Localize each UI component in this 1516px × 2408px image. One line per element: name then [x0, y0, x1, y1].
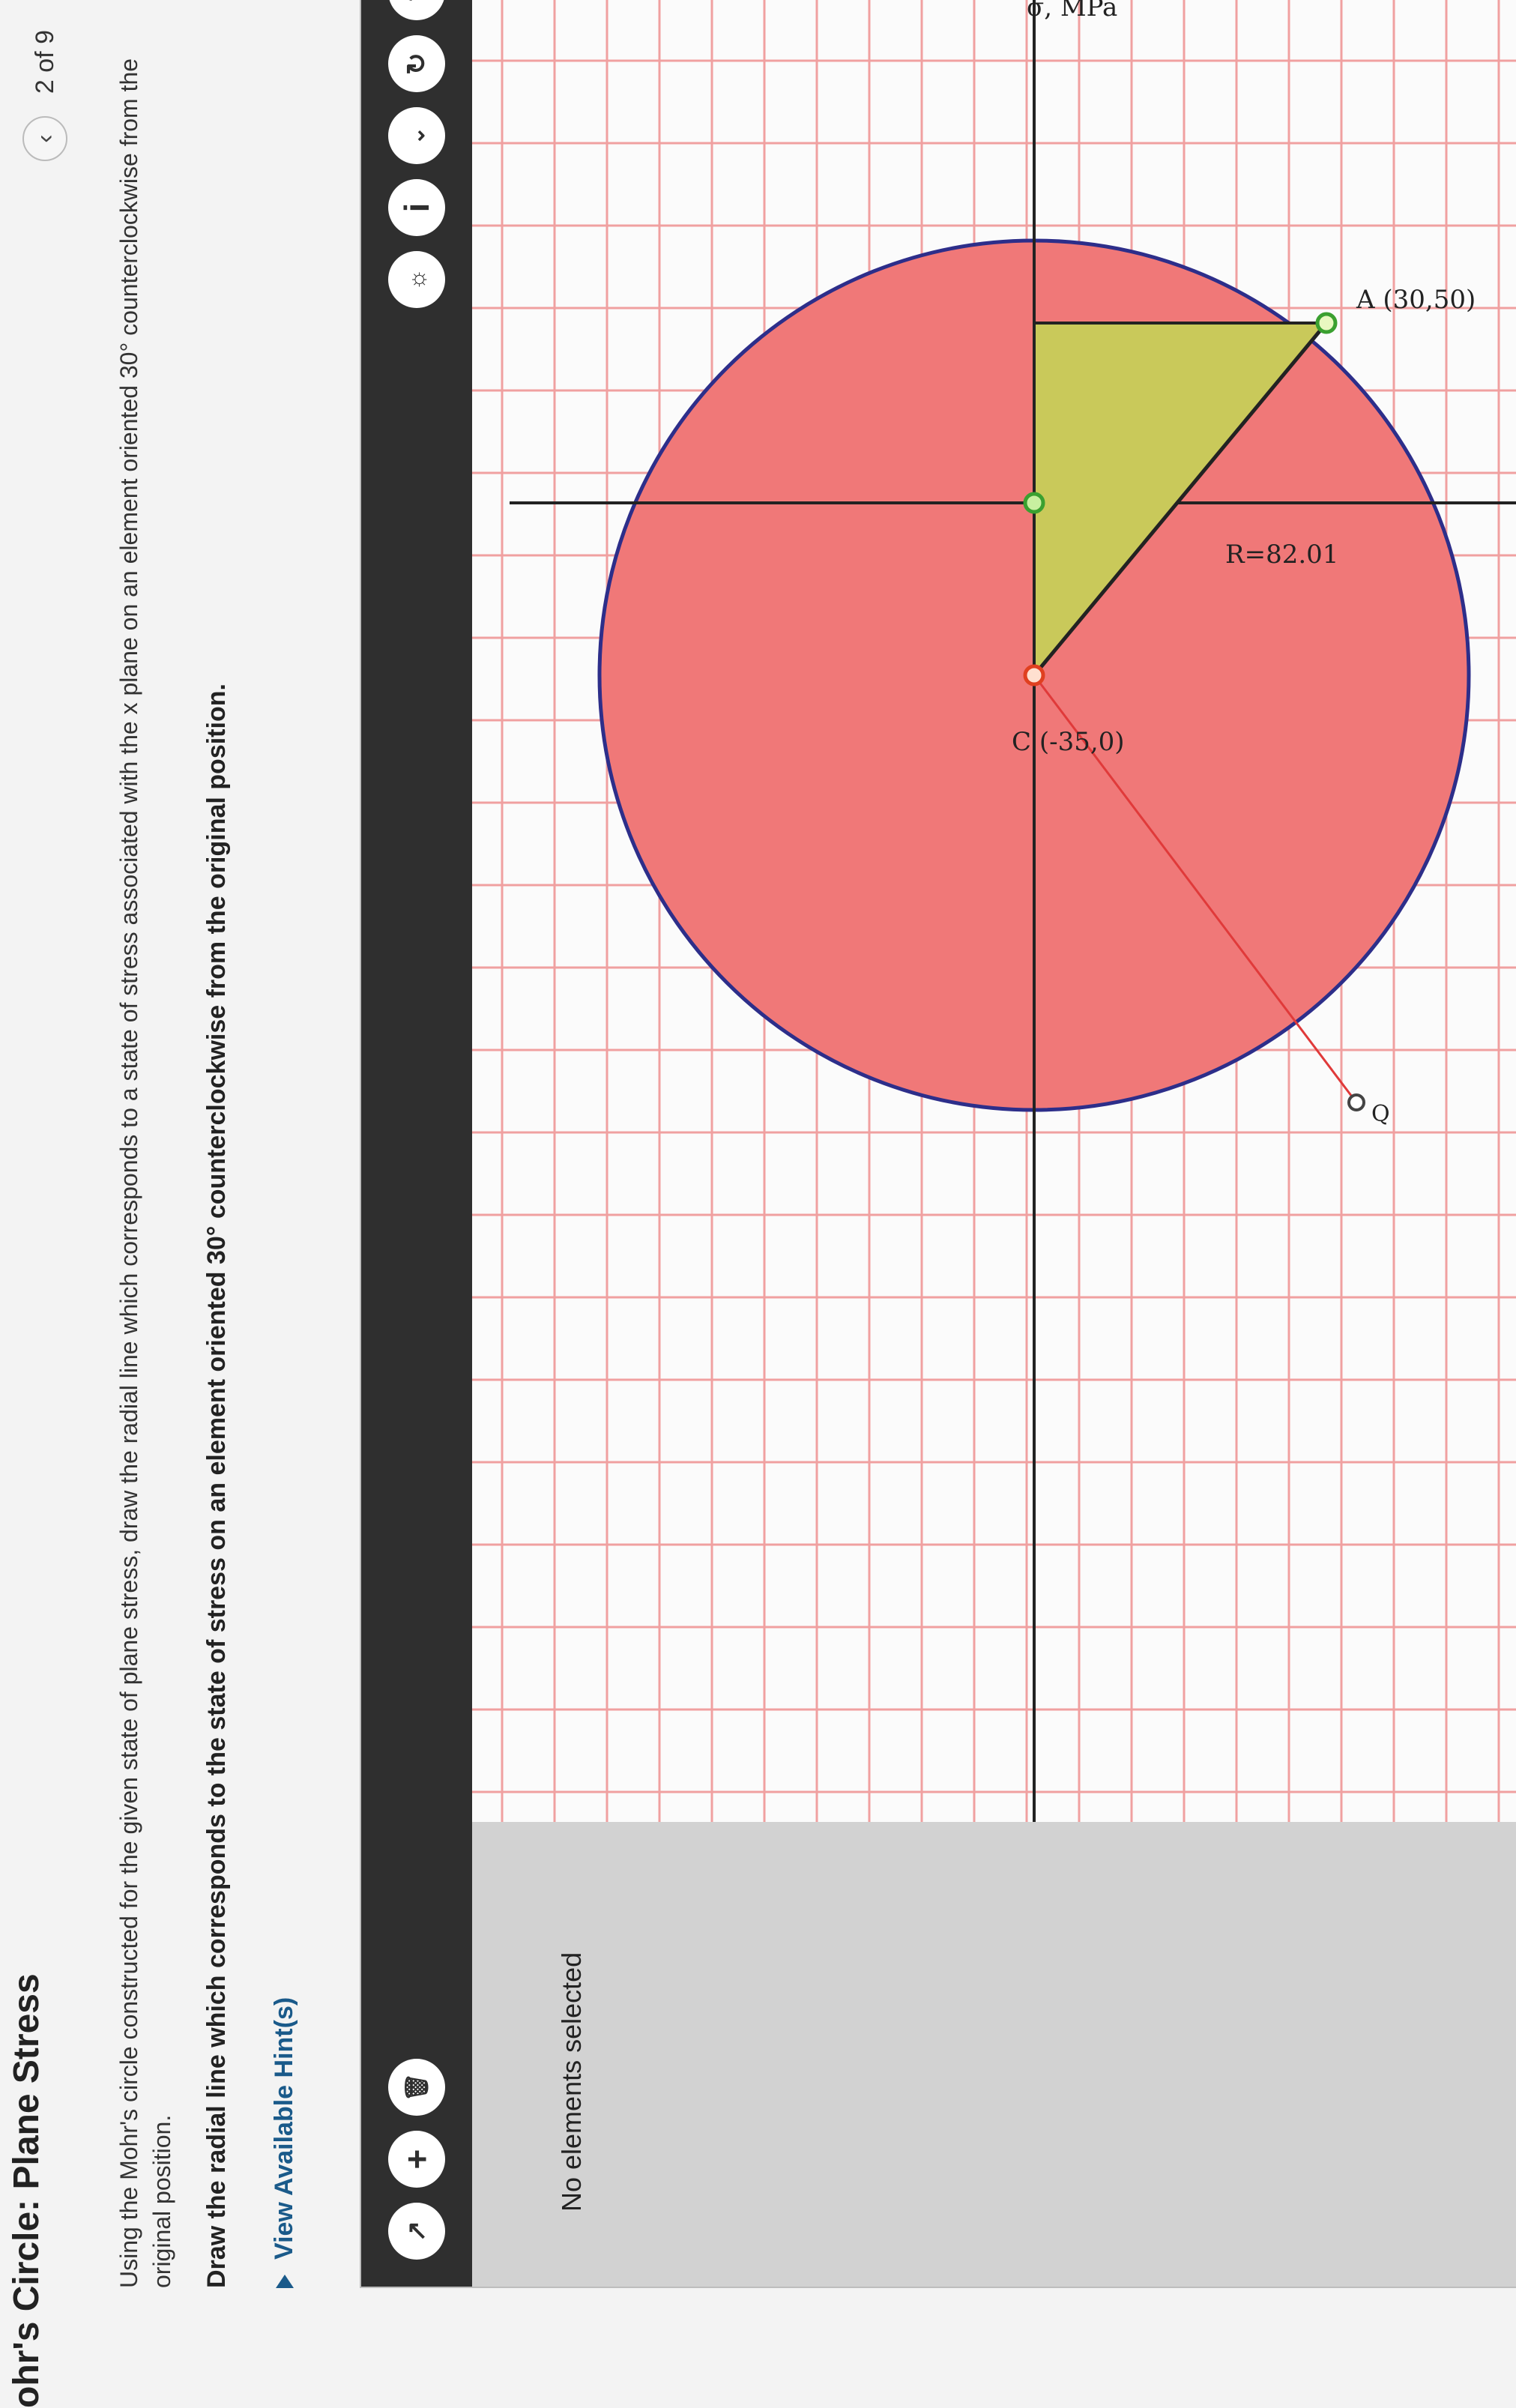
reset-icon: ↻: [401, 52, 432, 76]
plus-icon: +: [397, 2149, 436, 2170]
toolbar: ↗ + 🗑 ☼ i ⌄ ↻ ?: [361, 0, 472, 2287]
center-label: C (-35,0): [1012, 727, 1125, 757]
hint-button[interactable]: ☼: [388, 251, 445, 308]
side-panel: No elements selected: [472, 1820, 1516, 2287]
add-vector-button[interactable]: ↗: [388, 2203, 445, 2260]
reset-button[interactable]: ↻: [388, 35, 445, 92]
mohr-circle-plot[interactable]: σ, MPa C (-35,0) R=82.01 A (30,50) Q: [472, 0, 1516, 1822]
point-a-label: A (30,50): [1356, 285, 1476, 315]
delete-icon: 🗑: [404, 2072, 429, 2102]
point-a[interactable]: [1315, 312, 1338, 334]
pager-text: 2 of 9: [30, 30, 59, 94]
point-q[interactable]: [1347, 1093, 1365, 1111]
page-title: ohr's Circle: Plane Stress: [7, 1973, 46, 2408]
drawing-tool: ↗ + 🗑 ☼ i ⌄ ↻ ? No e: [360, 0, 1516, 2288]
previous-button[interactable]: ‹: [22, 116, 67, 162]
sigma-axis-label: σ, MPa: [1027, 0, 1117, 22]
radius-label: R=82.01: [1225, 540, 1338, 570]
center-point[interactable]: [1023, 664, 1045, 687]
instruction-text: Draw the radial line which corresponds t…: [202, 684, 231, 2288]
question-text: Using the Mohr's circle constructed for …: [115, 58, 175, 2288]
pager: ‹ 2 of 9: [22, 30, 67, 162]
point-q-label: Q: [1371, 1101, 1390, 1127]
hint-bulb-icon: ☼: [402, 268, 430, 291]
hint-link[interactable]: View Available Hint(s): [270, 1997, 299, 2288]
delete-button[interactable]: 🗑: [388, 2059, 445, 2116]
drawing-canvas[interactable]: σ, MPa C (-35,0) R=82.01 A (30,50) Q: [472, 0, 1516, 1822]
chevron-left-icon: ‹: [30, 134, 59, 143]
status-text: No elements selected: [556, 1952, 587, 2212]
info-icon: i: [397, 202, 436, 213]
info-button[interactable]: i: [388, 179, 445, 236]
origin-point[interactable]: [1023, 492, 1045, 514]
dropdown-button[interactable]: ⌄: [388, 107, 445, 164]
page: ohr's Circle: Plane Stress ‹ 2 of 9 Usin…: [0, 0, 1516, 2408]
triangle-right-icon: [275, 2275, 294, 2288]
chevron-down-icon: ⌄: [404, 126, 429, 145]
help-icon: ?: [396, 0, 437, 2]
add-button[interactable]: +: [388, 2131, 445, 2188]
add-vector-icon: ↗: [402, 2220, 431, 2242]
help-button[interactable]: ?: [388, 0, 445, 20]
hint-link-label: View Available Hint(s): [270, 1997, 298, 2260]
